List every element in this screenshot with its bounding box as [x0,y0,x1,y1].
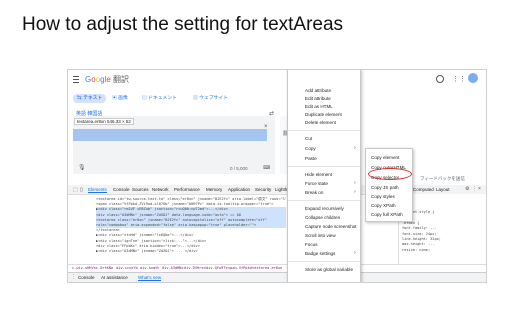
highlight-circle [368,168,412,180]
devtools-more-icon[interactable]: ⋮ [472,186,477,192]
submenu-item-copy-styles[interactable]: Copy styles [371,194,395,199]
source-textarea[interactable] [73,129,267,141]
tab-website[interactable]: ▥ ウェブサイト [189,94,232,103]
devtools-drawer: ⋮ Console AI assistance What's new [68,272,486,282]
menu-separator [288,130,360,131]
breadcrumb-item[interactable]: div.A3dMNc [162,266,184,270]
context-menu: Add attribute Edit attribute Edit as HTM… [287,70,361,282]
drawer-menu-icon[interactable]: ⋮ [71,274,76,280]
chevron-right-icon: › [354,250,356,256]
style-rule-line: font-family: ... [402,226,437,231]
menu-separator [288,200,360,201]
clear-icon[interactable]: × [264,124,268,130]
devtools-tab-sources[interactable]: Sources [132,187,149,192]
breadcrumb-item[interactable]: textarea.er8xn [252,266,282,270]
drawer-tab-ai-assistance[interactable]: AI assistance [101,275,128,280]
menu-separator [288,261,360,262]
devtools-tab-memory[interactable]: Memory [206,187,222,192]
menu-item-badge-settings[interactable]: Badge settings [305,251,335,256]
menu-separator [288,166,360,167]
drawer-tab-whats-new[interactable]: What's new [138,275,162,281]
tab-document[interactable]: ▤ ドキュメント [138,94,181,103]
breadcrumb-item[interactable]: div.AxqVh [140,266,159,270]
menu-item-add-attribute[interactable]: Add attribute [305,88,331,93]
inspect-icon[interactable]: ⬚ [73,187,78,193]
menu-icon[interactable] [73,76,79,83]
chevron-right-icon: › [354,189,356,195]
breadcrumb-item[interactable]: span.VfPpkd [228,266,252,270]
elements-tree[interactable]: <textarea id="tw-source-text-ta" class="… [96,197,286,254]
menu-item-focus[interactable]: Focus [305,242,318,247]
character-count: 0 / 5,000 [230,166,248,171]
devtools-tab-application[interactable]: Application [228,187,250,192]
device-toolbar-icon[interactable]: ▯ [80,187,83,193]
menu-item-hide-element[interactable]: Hide element [305,172,332,177]
menu-item-copy[interactable]: Copy [305,146,316,151]
breadcrumb-item[interactable]: c-wiz.sHHVnc.OrtKNe [72,266,113,270]
devtools-tab-lighthouse[interactable]: Lighth [275,187,287,192]
menu-item-force-state[interactable]: Force state [305,181,328,186]
browser-screenshot: Google 翻訳 ⋮⋮ ⇆ テキスト ▣ 画像 ▤ ドキュメント ▥ ウェブサ… [67,69,487,283]
submenu-item-copy-js-path[interactable]: Copy JS path [371,185,399,190]
element-inspect-tooltip: textarea.er8xn 546.33 × 52 [74,118,134,125]
breadcrumb-item[interactable]: div.QFw9Te [206,266,228,270]
menu-item-delete-element[interactable]: Delete element [305,120,336,125]
feedback-link[interactable]: フィードバックを送信 [420,176,465,182]
menu-item-cut[interactable]: Cut [305,136,312,141]
copy-submenu: Copy element Copy outerHTML Copy selecto… [365,148,413,222]
menu-item-store-as-global-variable[interactable]: Store as global variable [305,267,353,272]
devtools-close-icon[interactable]: × [478,186,481,192]
submenu-item-copy-xpath[interactable]: Copy XPath [371,203,396,208]
breadcrumb-item[interactable]: div.DVHrxd [184,266,206,270]
menu-item-collapse-children[interactable]: Collapse children [305,215,340,220]
style-rule-line: resize: none; [402,247,431,252]
menu-item-edit-attribute[interactable]: Edit attribute [305,96,331,101]
menu-item-edit-as-html[interactable]: Edit as HTML [305,104,333,109]
slide-title: How to adjust the setting for textAreas [22,14,344,35]
chevron-right-icon: › [354,180,356,186]
styles-tab-layout[interactable]: Layout [436,187,450,192]
settings-icon[interactable] [436,75,444,83]
devtools-tab-security[interactable]: Security [255,187,271,192]
microphone-icon[interactable]: 🎙 [78,164,86,171]
translate-header [68,70,486,88]
devtools-tab-performance[interactable]: Performance [174,187,200,192]
devtools-tab-elements[interactable]: Elements [88,187,107,193]
menu-item-scroll-into-view[interactable]: Scroll into view [305,233,336,238]
menu-item-break-on[interactable]: Break on [305,190,323,195]
menu-item-capture-node-screenshot[interactable]: Capture node screenshot [305,224,357,229]
google-logo: Google 翻訳 [85,75,130,84]
apps-icon[interactable]: ⋮⋮ [452,75,466,83]
drawer-tab-console[interactable]: Console [78,275,95,280]
chevron-right-icon: › [354,145,356,151]
keyboard-icon[interactable]: ⌨ [263,165,270,171]
submenu-item-copy-full-xpath[interactable]: Copy full XPath [371,212,403,217]
avatar[interactable] [468,73,478,83]
devtools-tab-console[interactable]: Console [113,187,130,192]
menu-item-paste[interactable]: Paste [305,156,317,161]
breadcrumb-item[interactable]: div.ccvoYb [116,266,138,270]
menu-item-duplicate-element[interactable]: Duplicate element [305,112,342,117]
code-line[interactable]: ▶<div class="A3dMNc" jsname="ZdXDJ"> ...… [96,249,286,254]
submenu-item-copy-element[interactable]: Copy element [371,155,399,160]
devtools-settings-icon[interactable]: ⚙ [465,186,469,192]
tab-image[interactable]: ▣ 画像 [108,94,132,103]
devtools-tab-network[interactable]: Network [152,187,169,192]
styles-tab-computed[interactable]: Computed [413,187,434,192]
tab-text[interactable]: ⇆ テキスト [73,94,107,103]
menu-item-expand-recursively[interactable]: Expand recursively [305,206,344,211]
